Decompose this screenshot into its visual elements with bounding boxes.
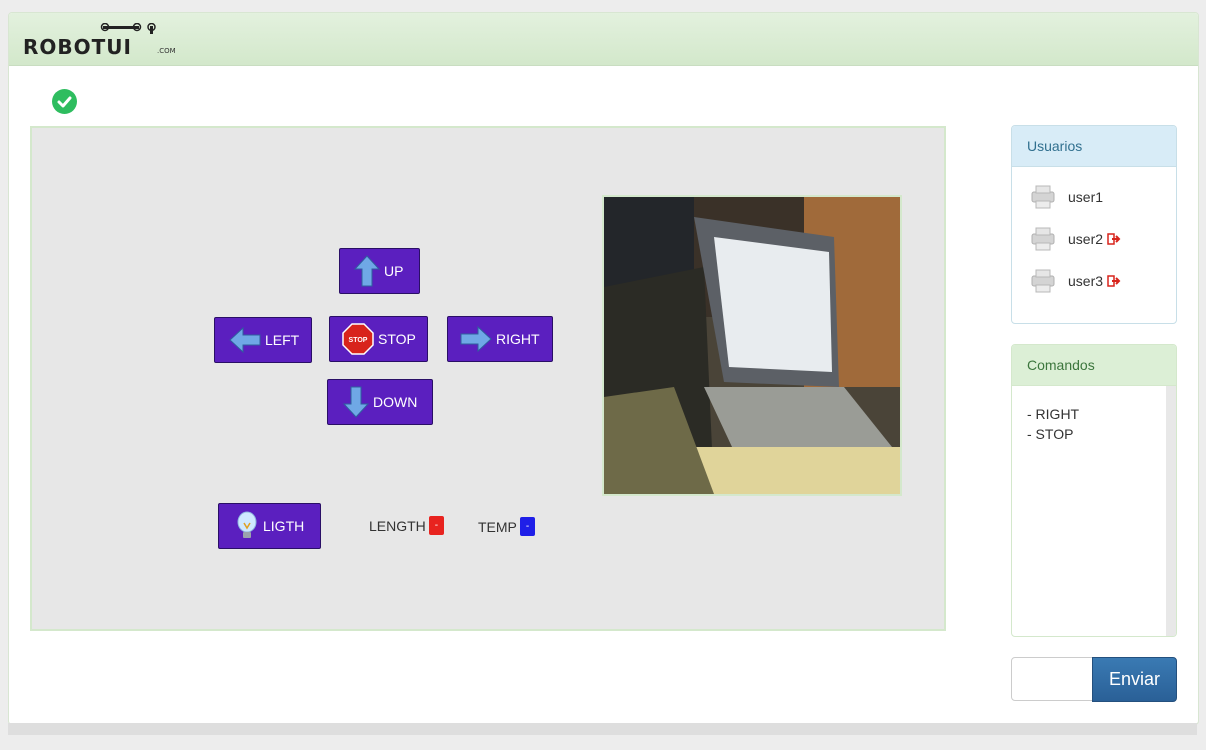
logo-text: ROBOTUI [23, 35, 132, 59]
robot-control-panel: UP LEFT STOP STOP RIGHT DOWN LIGTH LENGT… [30, 126, 946, 631]
commands-panel-title: Comandos [1012, 345, 1176, 386]
up-label: UP [384, 263, 404, 279]
length-sensor: LENGTH - [369, 516, 445, 535]
down-button[interactable]: DOWN [327, 379, 433, 425]
logout-icon[interactable] [1107, 233, 1121, 245]
commands-list: - RIGHT - STOP [1012, 386, 1176, 444]
top-bar: ROBOTUI .COM [9, 13, 1198, 66]
robot-user-icon [1031, 269, 1055, 293]
camera-feed [602, 195, 902, 496]
stop-sign-icon: STOP [342, 323, 374, 355]
users-panel-title: Usuarios [1012, 126, 1176, 167]
right-label: RIGHT [496, 331, 540, 347]
temp-value-badge: - [519, 517, 536, 536]
footer-bar [8, 723, 1197, 735]
send-button[interactable]: Enviar [1092, 657, 1177, 702]
camera-image [604, 197, 900, 494]
user-item[interactable]: user1 [1028, 184, 1103, 210]
user-name: user3 [1068, 273, 1104, 289]
command-input[interactable] [1011, 657, 1093, 701]
stop-label: STOP [378, 331, 416, 347]
commands-scrollbar[interactable] [1166, 386, 1176, 636]
light-label: LIGTH [263, 518, 305, 534]
light-button[interactable]: LIGTH [218, 503, 321, 549]
logo-suffix: .COM [157, 47, 176, 55]
user-name: user1 [1068, 189, 1104, 205]
left-button[interactable]: LEFT [214, 317, 312, 363]
arrow-right-icon [460, 326, 492, 352]
svg-text:STOP: STOP [349, 337, 368, 344]
stop-button[interactable]: STOP STOP [329, 316, 428, 362]
check-circle-icon [52, 89, 77, 114]
arrow-down-icon [343, 386, 369, 418]
robot-user-icon [1031, 185, 1055, 209]
up-button[interactable]: UP [339, 248, 420, 294]
arrow-left-icon [229, 327, 261, 353]
user-item[interactable]: user2 [1028, 226, 1121, 252]
command-item: - RIGHT [1027, 406, 1080, 422]
robot-user-icon [1031, 227, 1055, 251]
length-value-badge: - [428, 516, 445, 535]
length-label: LENGTH [369, 517, 426, 534]
left-label: LEFT [265, 332, 300, 348]
users-panel: Usuarios user1 user2 user3 [1011, 125, 1177, 324]
logout-icon[interactable] [1107, 275, 1121, 287]
right-button[interactable]: RIGHT [447, 316, 553, 362]
lightbulb-icon [235, 511, 259, 541]
app-frame: ROBOTUI .COM UP LEFT STOP STOP RIGHT DOW… [8, 12, 1199, 725]
down-label: DOWN [373, 394, 418, 410]
command-item: - STOP [1027, 426, 1074, 442]
user-item[interactable]: user3 [1028, 268, 1121, 294]
arrow-up-icon [354, 255, 380, 287]
commands-panel: Comandos - RIGHT - STOP [1011, 344, 1177, 637]
temp-sensor: TEMP - [478, 517, 536, 536]
user-name: user2 [1068, 231, 1104, 247]
temp-label: TEMP [478, 518, 517, 535]
